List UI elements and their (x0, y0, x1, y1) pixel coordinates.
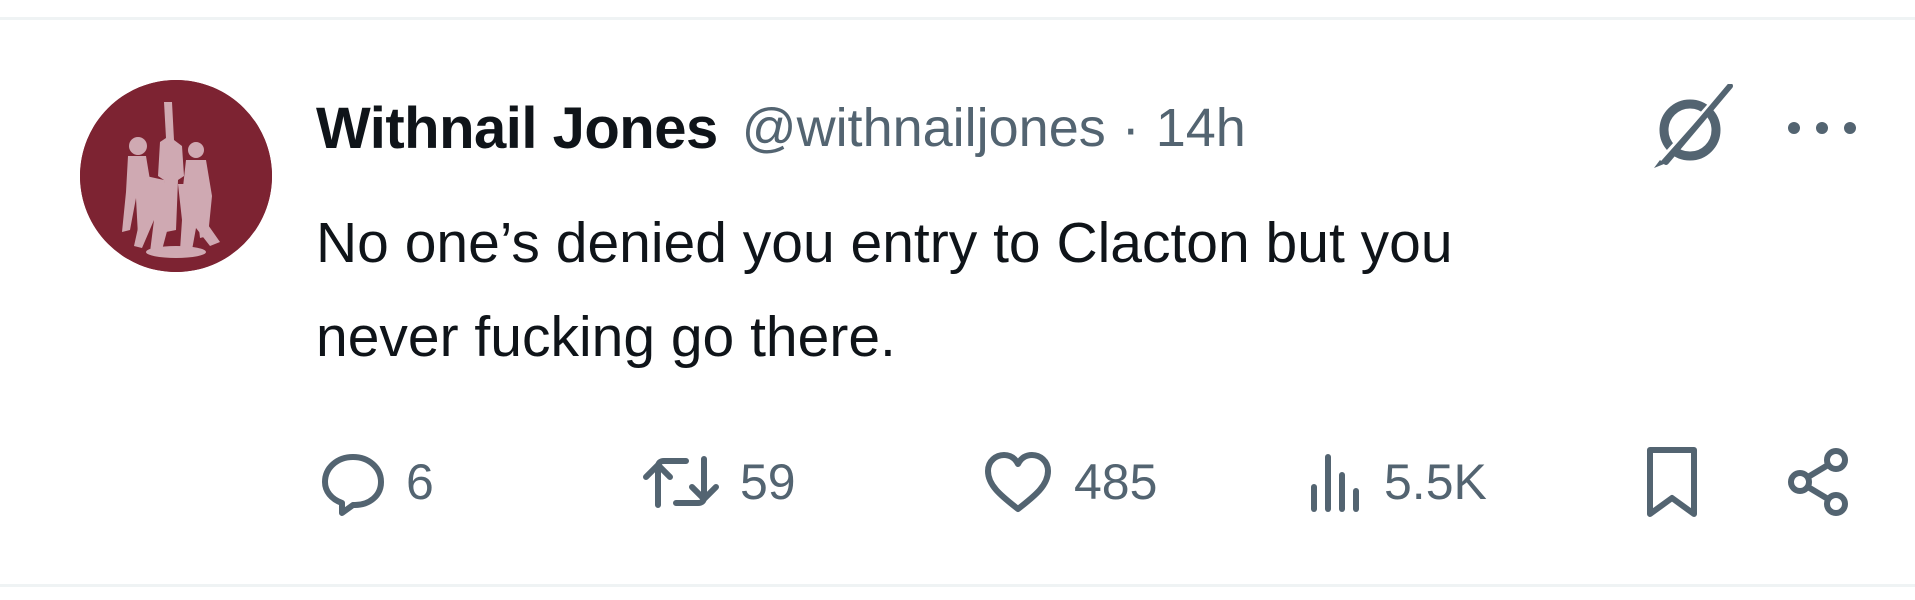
views-icon (1306, 447, 1366, 517)
timestamp[interactable]: 14h (1156, 97, 1246, 159)
like-button[interactable]: 485 (980, 446, 1157, 518)
bottom-divider (0, 584, 1915, 587)
repost-icon (640, 447, 722, 517)
heart-icon (980, 447, 1056, 517)
tweet-text: No one’s denied you entry to Clacton but… (316, 196, 1816, 384)
views-button[interactable]: 5.5K (1306, 446, 1487, 518)
share-icon (1784, 446, 1854, 518)
author-name[interactable]: Withnail Jones (316, 95, 718, 162)
tweet-header: Withnail Jones @withnailjones · 14h (316, 88, 1246, 168)
tweet-text-line-1: No one’s denied you entry to Clacton but… (316, 211, 1453, 275)
separator-dot: · (1121, 98, 1140, 158)
avatar-figures-image (80, 80, 272, 272)
bookmark-icon (1640, 444, 1704, 520)
repost-count: 59 (740, 454, 796, 510)
tweet-text-line-2: never fucking go there. (316, 305, 896, 369)
reply-count: 6 (406, 454, 434, 510)
author-handle[interactable]: @withnailjones (742, 97, 1106, 159)
bookmark-button[interactable] (1640, 446, 1704, 518)
like-count: 485 (1074, 454, 1158, 510)
grok-icon[interactable] (1640, 83, 1740, 174)
top-divider (0, 17, 1915, 20)
more-options-icon[interactable] (1784, 106, 1860, 150)
views-count: 5.5K (1384, 454, 1487, 510)
reply-button[interactable]: 6 (318, 446, 434, 518)
share-button[interactable] (1784, 446, 1854, 518)
reply-icon (318, 447, 388, 517)
repost-button[interactable]: 59 (640, 446, 796, 518)
avatar[interactable] (80, 80, 272, 272)
